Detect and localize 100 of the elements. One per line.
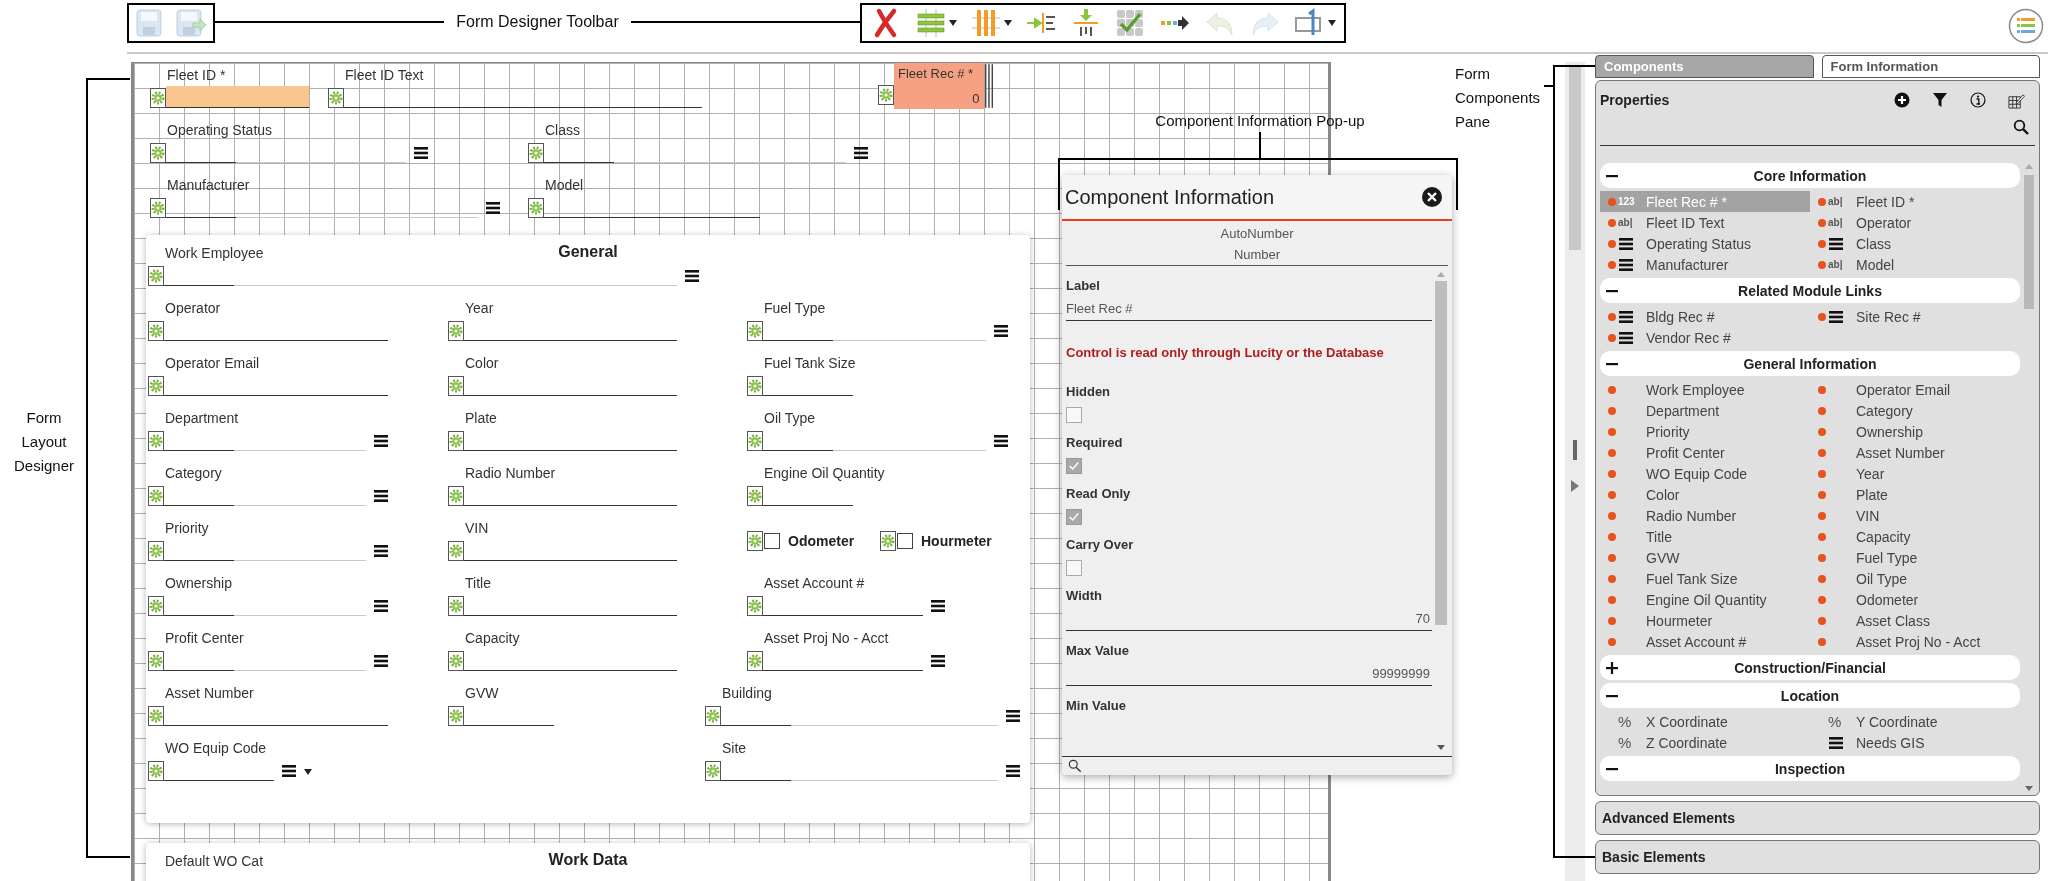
gear-icon[interactable] (150, 198, 166, 218)
gear-icon[interactable] (880, 531, 896, 551)
list-icon[interactable] (374, 545, 388, 557)
component-item[interactable]: ab| Fleet ID Text (1600, 212, 1810, 233)
caret-icon[interactable] (304, 769, 312, 775)
gear-icon[interactable] (148, 376, 164, 396)
gear-icon[interactable] (448, 596, 464, 616)
gear-icon[interactable] (747, 321, 763, 341)
gear-icon[interactable] (448, 376, 464, 396)
list-menu-icon[interactable] (2008, 8, 2044, 44)
component-item[interactable]: Color (1600, 484, 1810, 505)
search-icon[interactable] (1068, 759, 1082, 773)
component-item[interactable]: Bldg Rec # (1600, 306, 1810, 327)
list-icon[interactable] (1829, 237, 1843, 250)
gear-icon[interactable] (328, 88, 344, 108)
component-item[interactable]: Site Rec # (1810, 306, 2020, 327)
gear-icon[interactable] (448, 486, 464, 506)
component-item[interactable]: Profit Center (1600, 442, 1810, 463)
list-icon[interactable] (994, 325, 1008, 337)
group-header[interactable]: Core Information (1600, 163, 2020, 188)
close-icon[interactable] (1422, 187, 1442, 207)
edit-grid-icon[interactable] (2008, 91, 2025, 109)
tab[interactable]: Form Information (1821, 55, 2040, 78)
list-icon[interactable] (282, 765, 296, 777)
info-icon[interactable] (1970, 92, 1986, 108)
list-icon[interactable] (854, 147, 868, 159)
component-item[interactable]: Capacity (1810, 526, 2020, 547)
component-item[interactable]: Plate (1810, 484, 2020, 505)
component-item[interactable]: Operator Email (1810, 379, 2020, 400)
component-item[interactable]: Needs GIS (1810, 732, 2020, 753)
component-item[interactable]: Odometer (1810, 589, 2020, 610)
scroll-down-icon[interactable] (1437, 745, 1445, 750)
list-icon[interactable] (1619, 237, 1633, 250)
group-header[interactable]: Location (1600, 683, 2020, 708)
input-field[interactable] (166, 86, 309, 108)
component-item[interactable]: Ownership (1810, 421, 2020, 442)
group-header[interactable]: Construction/Financial (1600, 655, 2020, 680)
splitter-handle[interactable] (1573, 440, 1577, 460)
component-item[interactable]: Oil Type (1810, 568, 2020, 589)
component-item[interactable]: Manufacturer (1600, 254, 1810, 275)
gear-icon[interactable] (747, 651, 763, 671)
list-icon[interactable] (1619, 258, 1633, 271)
component-item[interactable]: Category (1810, 400, 2020, 421)
component-item[interactable]: % Y Coordinate (1810, 711, 2020, 732)
component-item[interactable]: ab| Operator (1810, 212, 2020, 233)
search-icon[interactable] (2013, 119, 2029, 135)
component-item[interactable]: VIN (1810, 505, 2020, 526)
list-icon[interactable] (1829, 736, 1843, 749)
gear-icon[interactable] (448, 431, 464, 451)
accordion-header[interactable]: Advanced Elements (1595, 801, 2040, 835)
list-icon[interactable] (1619, 331, 1633, 344)
number-field[interactable]: 70 (1066, 611, 1432, 631)
list-icon[interactable] (374, 490, 388, 502)
group-header[interactable]: Inspection (1600, 756, 2020, 781)
component-item[interactable]: Asset Proj No - Acct (1810, 631, 2020, 652)
list-icon[interactable] (994, 435, 1008, 447)
expand-arrow-icon[interactable] (1571, 480, 1579, 492)
gear-icon[interactable] (448, 706, 464, 726)
list-icon[interactable] (1006, 710, 1020, 722)
gear-icon[interactable] (150, 88, 166, 108)
text-field[interactable]: Fleet Rec # (1066, 301, 1432, 321)
gear-icon[interactable] (747, 431, 763, 451)
component-item[interactable]: Asset Number (1810, 442, 2020, 463)
add-icon[interactable] (1894, 92, 1910, 108)
gear-icon[interactable] (878, 85, 894, 105)
list-icon[interactable] (374, 655, 388, 667)
component-item[interactable]: ab| Fleet ID * (1810, 191, 2020, 212)
gear-icon[interactable] (148, 321, 164, 341)
list-icon[interactable] (1829, 310, 1843, 323)
list-icon[interactable] (931, 655, 945, 667)
list-icon[interactable] (1619, 310, 1633, 323)
component-item[interactable]: Work Employee (1600, 379, 1810, 400)
component-item[interactable]: Asset Account # (1600, 631, 1810, 652)
gear-icon[interactable] (148, 541, 164, 561)
gear-icon[interactable] (148, 761, 164, 781)
group-header[interactable]: Related Module Links (1600, 278, 2020, 303)
gear-icon[interactable] (148, 486, 164, 506)
component-item[interactable]: Title (1600, 526, 1810, 547)
list-icon[interactable] (374, 600, 388, 612)
group-header[interactable]: General Information (1600, 351, 2020, 376)
component-item[interactable]: Class (1810, 233, 2020, 254)
gear-icon[interactable] (148, 266, 164, 286)
checkbox[interactable] (1066, 509, 1082, 525)
gear-icon[interactable] (705, 761, 721, 781)
gear-icon[interactable] (148, 596, 164, 616)
gear-icon[interactable] (448, 321, 464, 341)
component-item[interactable]: Radio Number (1600, 505, 1810, 526)
list-icon[interactable] (931, 600, 945, 612)
gear-icon[interactable] (528, 198, 544, 218)
component-item[interactable]: Year (1810, 463, 2020, 484)
gear-icon[interactable] (747, 486, 763, 506)
component-item[interactable]: GVW (1600, 547, 1810, 568)
scrollbar-thumb[interactable] (1569, 66, 1581, 250)
gear-icon[interactable] (448, 541, 464, 561)
gear-icon[interactable] (747, 376, 763, 396)
checkbox[interactable] (764, 533, 780, 549)
number-field[interactable]: 99999999 (1066, 666, 1432, 686)
scrollbar[interactable] (1565, 62, 1585, 881)
component-item[interactable]: Operating Status (1600, 233, 1810, 254)
scrollbar-thumb[interactable] (2024, 175, 2034, 309)
